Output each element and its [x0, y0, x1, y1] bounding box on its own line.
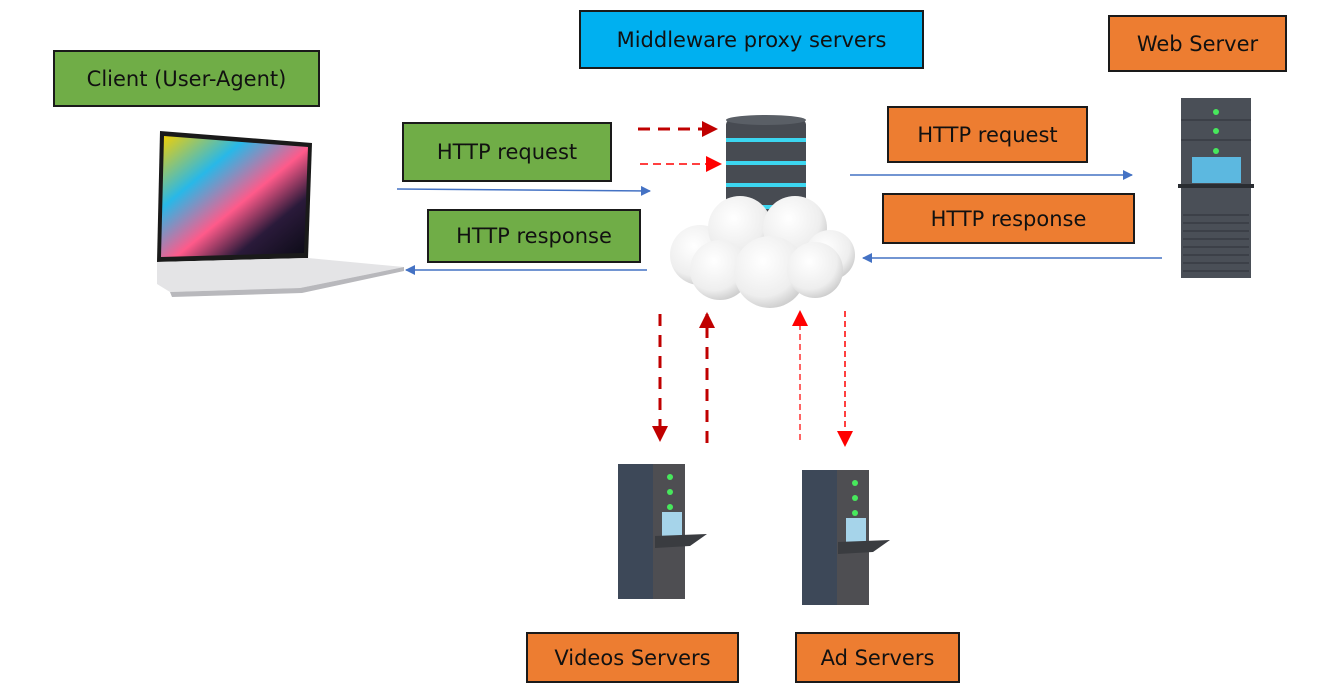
client-request-arrow [396, 185, 651, 196]
database-cloud-icon [670, 115, 855, 308]
server-response-label: HTTP response [882, 193, 1135, 244]
client-response-label: HTTP response [427, 209, 641, 263]
laptop-icon [157, 131, 404, 297]
videos-server-icon [618, 464, 707, 599]
proxy-label: Middleware proxy servers [579, 10, 924, 69]
videos-servers-label: Videos Servers [526, 632, 739, 683]
ad-servers-label: Ad Servers [795, 632, 960, 683]
ad-server-icon [802, 470, 890, 605]
web-server-label: Web Server [1108, 15, 1287, 72]
client-label: Client (User-Agent) [53, 50, 320, 107]
server-request-label: HTTP request [887, 106, 1088, 163]
web-server-icon [1178, 98, 1254, 278]
client-request-label: HTTP request [402, 122, 612, 182]
